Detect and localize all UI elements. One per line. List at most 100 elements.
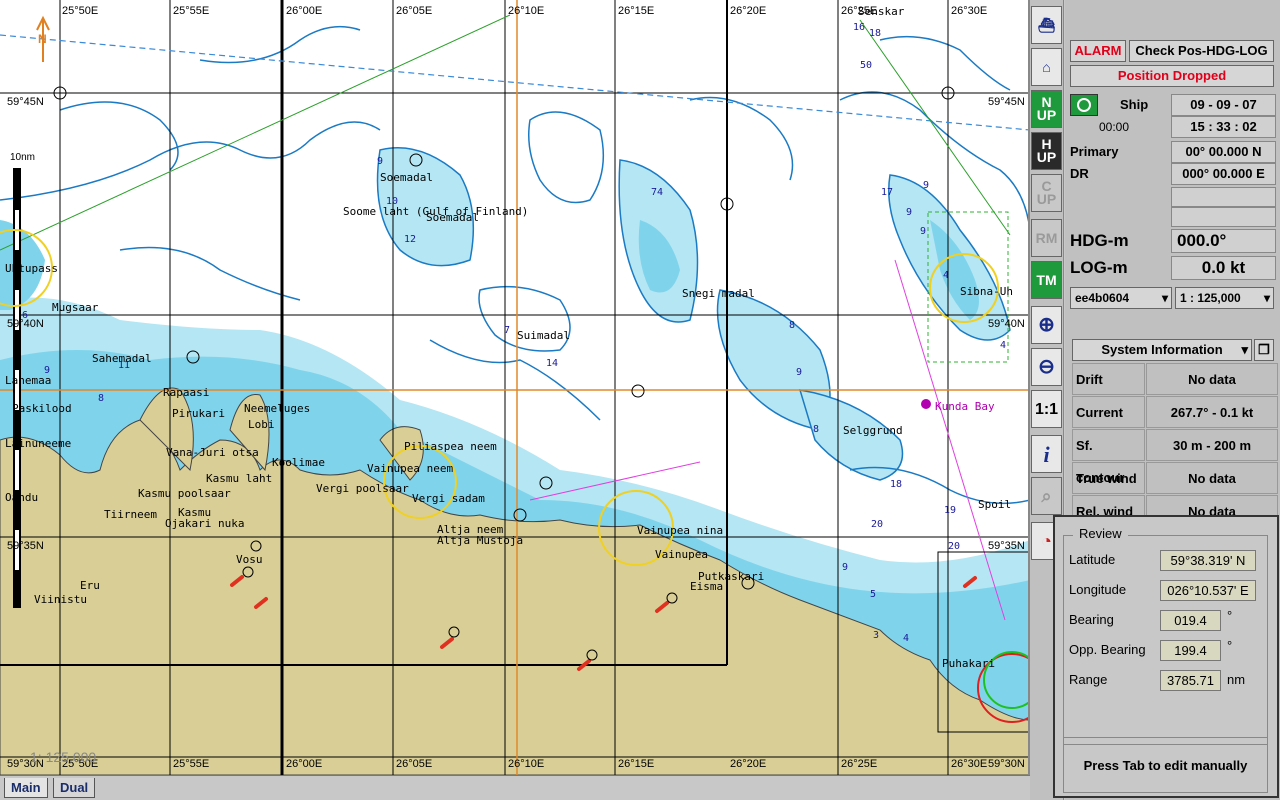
depth-sounding: 11: [118, 360, 131, 371]
place-name: Soemadal: [380, 171, 433, 184]
opp-bearing-unit: °: [1227, 638, 1233, 653]
place-name: Senskar: [858, 5, 905, 18]
bearing-label: Bearing: [1069, 612, 1114, 627]
depth-sounding: 9: [923, 180, 930, 191]
primary-label: Primary: [1070, 144, 1119, 159]
zoom-in-icon: ⊕: [1038, 313, 1055, 336]
system-info-label: System Information: [1101, 342, 1223, 357]
north-up-button[interactable]: N UP: [1031, 90, 1062, 128]
place-name: Mugsaar: [52, 301, 99, 314]
tab-dual[interactable]: Dual: [53, 778, 96, 798]
lon-label-bottom-2: 25°55E: [173, 758, 210, 770]
range-field[interactable]: 3785.71: [1160, 670, 1221, 691]
place-name: Soemadal: [426, 211, 479, 224]
lat-label-right-3: 59°35N: [988, 540, 1025, 552]
alarm-button[interactable]: ALARM: [1070, 40, 1126, 62]
info-row-drift: Drift No data: [1072, 363, 1278, 396]
course-up-button[interactable]: C UP: [1031, 174, 1062, 212]
depth-sounding: 20: [948, 541, 961, 552]
lon-label-top-2: 25°55E: [173, 5, 210, 17]
zoom-out-button[interactable]: ⊖: [1031, 348, 1062, 386]
opp-bearing-field[interactable]: 199.4: [1160, 640, 1221, 661]
place-name: Vergi poolsaar: [316, 482, 409, 495]
system-info-select[interactable]: System Information ▾: [1072, 339, 1252, 361]
info-button[interactable]: i: [1031, 435, 1062, 473]
relative-motion-button[interactable]: RM: [1031, 219, 1062, 257]
own-ship-button[interactable]: ⛴: [1031, 6, 1062, 44]
chart-id-select[interactable]: ee4b0604 ▾: [1070, 287, 1172, 309]
scale-select[interactable]: 1 : 125,000 ▾: [1175, 287, 1274, 309]
depth-sounding: 50: [860, 60, 873, 71]
info-value: No data: [1146, 462, 1278, 494]
range-label: Range: [1069, 672, 1108, 687]
place-name: Kasmu laht: [206, 472, 273, 485]
ship-status-icon: [1070, 94, 1098, 116]
scale-one-to-one-button[interactable]: 1:1: [1031, 390, 1062, 428]
true-motion-button[interactable]: TM: [1031, 261, 1062, 299]
place-name: Oandu: [5, 491, 39, 504]
chart-canvas[interactable]: [0, 0, 1030, 775]
lat-label-left-3: 59°35N: [7, 540, 44, 552]
longitude-label: Longitude: [1069, 582, 1127, 597]
place-name: Puhakari: [942, 657, 995, 670]
zoom-in-button[interactable]: ⊕: [1031, 306, 1062, 344]
chevron-down-icon: ▾: [1161, 291, 1168, 305]
lon-label-top-7: 26°20E: [730, 5, 767, 17]
lon-label-top-6: 26°15E: [618, 5, 655, 17]
empty-field-1: [1171, 187, 1276, 207]
depth-sounding: 7: [504, 325, 511, 336]
depth-sounding: 74: [651, 187, 664, 198]
lon-label-top-5: 26°10E: [508, 5, 545, 17]
search-button[interactable]: ⌕: [1031, 477, 1062, 515]
longitude-field[interactable]: 026°10.537' E: [1160, 580, 1256, 601]
dr-value: 000° 00.000 E: [1171, 163, 1276, 185]
info-label: Sf. contour: [1072, 429, 1145, 485]
place-name: Vosu: [236, 553, 263, 566]
info-value: 267.7° - 0.1 kt: [1146, 396, 1278, 428]
place-name: Paskilood: [12, 402, 72, 415]
depth-sounding: 9: [906, 207, 913, 218]
place-name: Vainupea nina: [637, 524, 724, 537]
depth-sounding: 8: [98, 393, 105, 404]
tab-main[interactable]: Main: [4, 778, 48, 798]
lon-label-bottom-8: 26°25E: [841, 758, 878, 770]
center-ship-button[interactable]: ⌂: [1031, 48, 1062, 86]
scale-bar-label: 10nm: [10, 152, 36, 163]
ecdis-app: 25°50E 25°55E 26°00E 26°05E 26°10E 26°15…: [0, 0, 1280, 800]
info-label: True wind: [1072, 462, 1145, 494]
place-name: Neemeluges: [244, 402, 311, 415]
zoom-out-icon: ⊖: [1038, 355, 1055, 378]
ship-time-offset: 00:00: [1099, 120, 1130, 134]
chevron-down-icon: ▾: [1263, 291, 1270, 305]
review-dialog: Review Latitude 59°38.319' N Longitude 0…: [1053, 515, 1279, 798]
alarm-message[interactable]: Check Pos-HDG-LOG: [1129, 40, 1274, 62]
window-icon: ❐: [1258, 342, 1270, 357]
lon-label-top-4: 26°05E: [396, 5, 433, 17]
place-name: Vainupea: [655, 548, 708, 561]
time-value: 15 : 33 : 02: [1171, 116, 1276, 138]
depth-sounding: 4: [903, 633, 910, 644]
nautical-chart[interactable]: 25°50E 25°55E 26°00E 26°05E 26°10E 26°15…: [0, 0, 1030, 775]
latitude-field[interactable]: 59°38.319' N: [1160, 550, 1256, 571]
primary-value: 00° 00.000 N: [1171, 141, 1276, 163]
opp-bearing-label: Opp. Bearing: [1069, 642, 1146, 657]
place-name: Vainupea neem: [367, 462, 454, 475]
depth-sounding: 8: [789, 320, 796, 331]
depth-sounding: 18: [890, 479, 903, 490]
info-label: Current: [1072, 396, 1145, 428]
place-name: Pirukari: [172, 407, 225, 420]
bearing-field[interactable]: 019.4: [1160, 610, 1221, 631]
lon-label-bottom-7: 26°20E: [730, 758, 767, 770]
place-name: Kunda Bay: [935, 400, 995, 413]
depth-sounding: 20: [871, 519, 884, 530]
place-name: Lainuneeme: [5, 437, 72, 450]
info-value: No data: [1146, 363, 1278, 395]
detach-button[interactable]: ❐: [1254, 339, 1274, 361]
info-row-sf-contour: Sf. contour 30 m - 200 m: [1072, 429, 1278, 485]
lon-label-top-3: 26°00E: [286, 5, 323, 17]
lon-label-bottom-6: 26°15E: [618, 758, 655, 770]
place-name: Viinistu: [34, 593, 87, 606]
head-up-button[interactable]: H UP: [1031, 132, 1062, 170]
depth-sounding: 14: [546, 358, 559, 369]
date-value: 09 - 09 - 07: [1171, 94, 1276, 116]
